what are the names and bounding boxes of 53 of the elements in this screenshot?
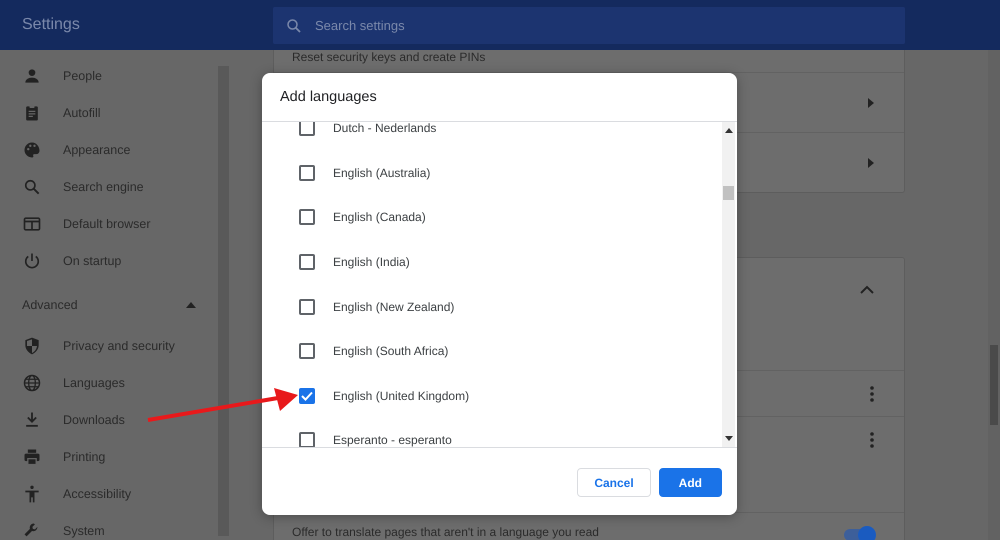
globe-icon [22, 372, 42, 392]
checkbox[interactable] [299, 298, 315, 315]
language-label: Dutch - Nederlands [333, 122, 436, 136]
scrollbar-thumb[interactable] [990, 345, 998, 425]
setting-label: Offer to translate pages that aren't in a language you read [292, 525, 599, 540]
sidebar-item[interactable]: Printing [0, 438, 218, 475]
sidebar-item[interactable]: System [0, 512, 218, 540]
checkbox[interactable] [299, 343, 315, 360]
printer-icon [22, 446, 42, 466]
section-label: Advanced [22, 298, 78, 312]
language-label: Esperanto - esperanto [333, 433, 452, 447]
toggle-switch[interactable] [844, 529, 874, 540]
checkbox[interactable] [299, 388, 315, 404]
setting-description: Reset security keys and create PINs [292, 50, 486, 66]
sidebar-item[interactable]: Autofill [0, 94, 218, 131]
sidebar-item[interactable]: People [0, 57, 218, 94]
sidebar-item[interactable]: Accessibility [0, 475, 218, 512]
sidebar-item[interactable]: Default browser [0, 205, 218, 242]
sidebar-item[interactable]: Privacy and security [0, 327, 218, 364]
language-label: English (South Africa) [333, 344, 448, 358]
sidebar-item[interactable]: On startup [0, 242, 218, 279]
palette-icon [22, 140, 42, 160]
dialog-title: Add languages [262, 73, 737, 122]
arrow-right-icon[interactable] [868, 98, 874, 108]
sidebar-item[interactable]: Search engine [0, 168, 218, 205]
checkbox[interactable] [299, 432, 315, 447]
add-button[interactable]: Add [658, 468, 722, 497]
scroll-up-icon[interactable] [724, 128, 732, 133]
search-field[interactable]: Search settings [273, 6, 905, 44]
sidebar-item[interactable]: Languages [0, 364, 218, 401]
scrollbar[interactable] [218, 66, 229, 536]
scroll-down-icon[interactable] [724, 436, 732, 441]
page-title: Settings [21, 16, 81, 34]
language-label: English (United Kingdom) [333, 388, 470, 403]
checkbox[interactable] [299, 164, 315, 181]
checkbox[interactable] [299, 209, 315, 226]
checkbox[interactable] [299, 254, 315, 270]
cancel-button[interactable]: Cancel [577, 468, 651, 497]
checkbox[interactable] [299, 122, 315, 136]
language-label: English (Australia) [333, 166, 430, 180]
sidebar-item[interactable]: Downloads [0, 401, 218, 438]
scrollbar[interactable] [722, 122, 735, 447]
chevron-icon[interactable] [860, 284, 874, 294]
arrow-right-icon[interactable] [868, 158, 874, 168]
more-icon[interactable] [870, 386, 874, 402]
language-label: English (Canada) [333, 210, 426, 224]
power-icon [22, 250, 42, 270]
language-label: English (India) [333, 255, 410, 270]
sidebar-item[interactable]: Appearance [0, 131, 218, 168]
section-header[interactable]: Advanced [0, 283, 218, 327]
language-label: English (New Zealand) [333, 300, 454, 314]
more-icon[interactable] [870, 432, 874, 448]
scrollbar-thumb[interactable] [723, 186, 734, 200]
